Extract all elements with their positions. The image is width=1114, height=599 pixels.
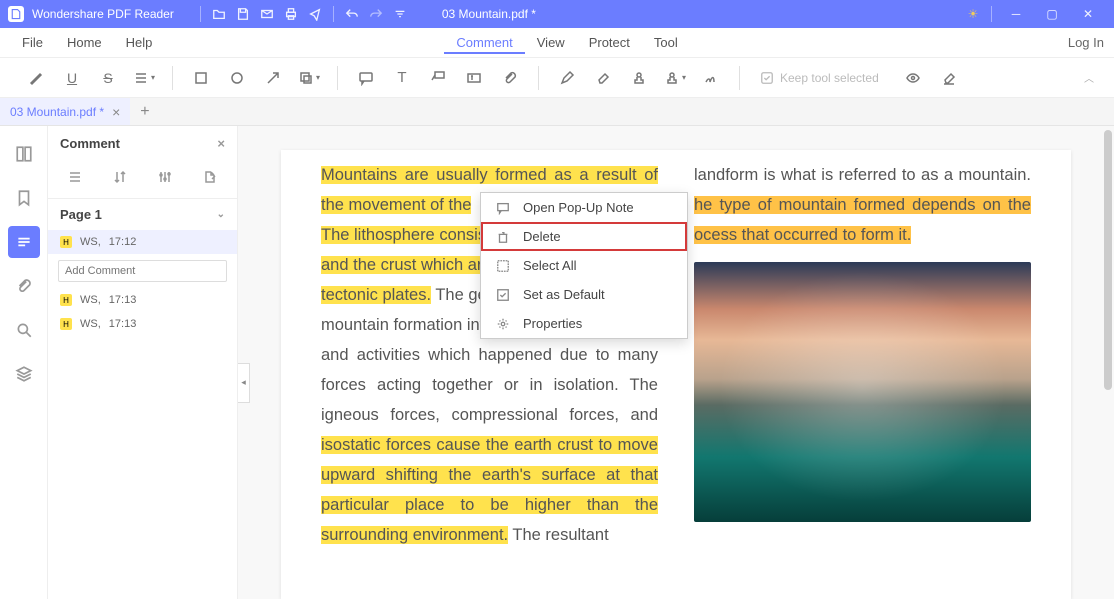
underline-tool-icon[interactable]: U (56, 62, 88, 94)
eye-tool-icon[interactable] (897, 62, 929, 94)
sort-icon[interactable] (112, 169, 128, 190)
document-tab-label: 03 Mountain.pdf * (10, 105, 104, 119)
bookmark-icon[interactable] (8, 182, 40, 214)
vertical-scrollbar[interactable] (1104, 130, 1112, 390)
list-tool-icon[interactable]: ▾ (128, 62, 160, 94)
eraser-tool-icon[interactable] (587, 62, 619, 94)
annotation-item[interactable]: H WS, 17:12 (48, 230, 237, 254)
page-heading[interactable]: Page 1 ⌄ (48, 199, 237, 230)
highlight-badge-icon: H (60, 294, 72, 306)
highlight-badge-icon: H (60, 236, 72, 248)
close-panel-icon[interactable]: × (217, 136, 225, 151)
thumbnails-icon[interactable] (8, 138, 40, 170)
shape-tool-icon[interactable]: ▾ (293, 62, 325, 94)
annotation-item[interactable]: H WS, 17:13 (48, 312, 237, 336)
keep-tool-checkbox[interactable]: Keep tool selected (760, 71, 879, 85)
redo-icon[interactable] (364, 2, 388, 26)
close-window-button[interactable]: ✕ (1070, 2, 1106, 26)
highlight-tool-icon[interactable] (20, 62, 52, 94)
close-tab-icon[interactable]: × (112, 104, 120, 120)
mountain-image (694, 262, 1031, 522)
add-comment-input[interactable] (58, 260, 227, 282)
layers-icon[interactable] (8, 358, 40, 390)
comment-toolbar: U S ▾ ▾ T ▾ Keep tool selected ︿ (0, 58, 1114, 98)
document-tabs: 03 Mountain.pdf * × + (0, 98, 1114, 126)
export-icon[interactable] (202, 169, 218, 190)
strikethrough-tool-icon[interactable]: S (92, 62, 124, 94)
options-icon[interactable] (157, 169, 173, 190)
undo-icon[interactable] (340, 2, 364, 26)
text-tool-icon[interactable]: T (386, 62, 418, 94)
mail-icon[interactable] (255, 2, 279, 26)
comments-icon[interactable] (8, 226, 40, 258)
comment-panel: Comment × Page 1 ⌄ H WS, 17:12 H WS, 17:… (48, 126, 238, 599)
textbox-tool-icon[interactable] (458, 62, 490, 94)
ctx-delete[interactable]: Delete (481, 222, 687, 251)
menu-tool[interactable]: Tool (642, 31, 690, 54)
title-bar: Wondershare PDF Reader 03 Mountain.pdf *… (0, 0, 1114, 28)
ctx-open-popup[interactable]: Open Pop-Up Note (481, 193, 687, 222)
select-all-icon (495, 259, 511, 273)
attachments-icon[interactable] (8, 270, 40, 302)
save-icon[interactable] (231, 2, 255, 26)
gear-icon (495, 317, 511, 331)
arrow-tool-icon[interactable] (257, 62, 289, 94)
ctx-set-default[interactable]: Set as Default (481, 280, 687, 309)
menu-view[interactable]: View (525, 31, 577, 54)
note-icon (495, 201, 511, 215)
new-tab-button[interactable]: + (130, 103, 159, 121)
context-menu: Open Pop-Up Note Delete Select All Set a… (480, 192, 688, 339)
chevron-down-icon: ⌄ (217, 209, 225, 220)
collapse-toolbar-icon[interactable]: ︿ (1084, 70, 1094, 85)
folder-icon[interactable] (207, 2, 231, 26)
document-title: 03 Mountain.pdf * (442, 7, 536, 21)
stamp-tool-icon[interactable] (623, 62, 655, 94)
signature-tool-icon[interactable] (695, 62, 727, 94)
comment-panel-title: Comment (60, 136, 120, 151)
document-tab[interactable]: 03 Mountain.pdf * × (0, 98, 130, 125)
app-logo (8, 6, 24, 22)
left-rail (0, 126, 48, 599)
keep-tool-label: Keep tool selected (780, 71, 879, 85)
attachment-tool-icon[interactable] (494, 62, 526, 94)
menu-protect[interactable]: Protect (577, 31, 642, 54)
menu-help[interactable]: Help (114, 31, 165, 54)
stamp-dropdown-icon[interactable]: ▾ (659, 62, 691, 94)
ctx-select-all[interactable]: Select All (481, 251, 687, 280)
print-icon[interactable] (279, 2, 303, 26)
menu-comment[interactable]: Comment (444, 31, 524, 54)
login-link[interactable]: Log In (1068, 35, 1104, 50)
check-icon (495, 288, 511, 302)
callout-tool-icon[interactable] (422, 62, 454, 94)
search-icon[interactable] (8, 314, 40, 346)
trash-icon (495, 230, 511, 244)
menu-file[interactable]: File (10, 31, 55, 54)
app-name: Wondershare PDF Reader (32, 7, 174, 21)
highlight-badge-icon: H (60, 318, 72, 330)
maximize-button[interactable]: ▢ (1034, 2, 1070, 26)
menu-home[interactable]: Home (55, 31, 114, 54)
share-icon[interactable] (303, 2, 327, 26)
ctx-properties[interactable]: Properties (481, 309, 687, 338)
filter-icon[interactable] (67, 169, 83, 190)
minimize-button[interactable]: ─ (998, 2, 1034, 26)
annotation-item[interactable]: H WS, 17:13 (48, 288, 237, 312)
pencil-tool-icon[interactable] (551, 62, 583, 94)
oval-tool-icon[interactable] (221, 62, 253, 94)
collapse-handle[interactable]: ◂ (238, 363, 250, 403)
quick-menu-icon[interactable] (388, 2, 412, 26)
menu-bar: File Home Help Comment View Protect Tool… (0, 28, 1114, 58)
text-column-right: landform is what is referred to as a mou… (694, 160, 1031, 550)
clear-tool-icon[interactable] (933, 62, 965, 94)
sun-icon[interactable]: ☀ (961, 2, 985, 26)
note-tool-icon[interactable] (350, 62, 382, 94)
rectangle-tool-icon[interactable] (185, 62, 217, 94)
